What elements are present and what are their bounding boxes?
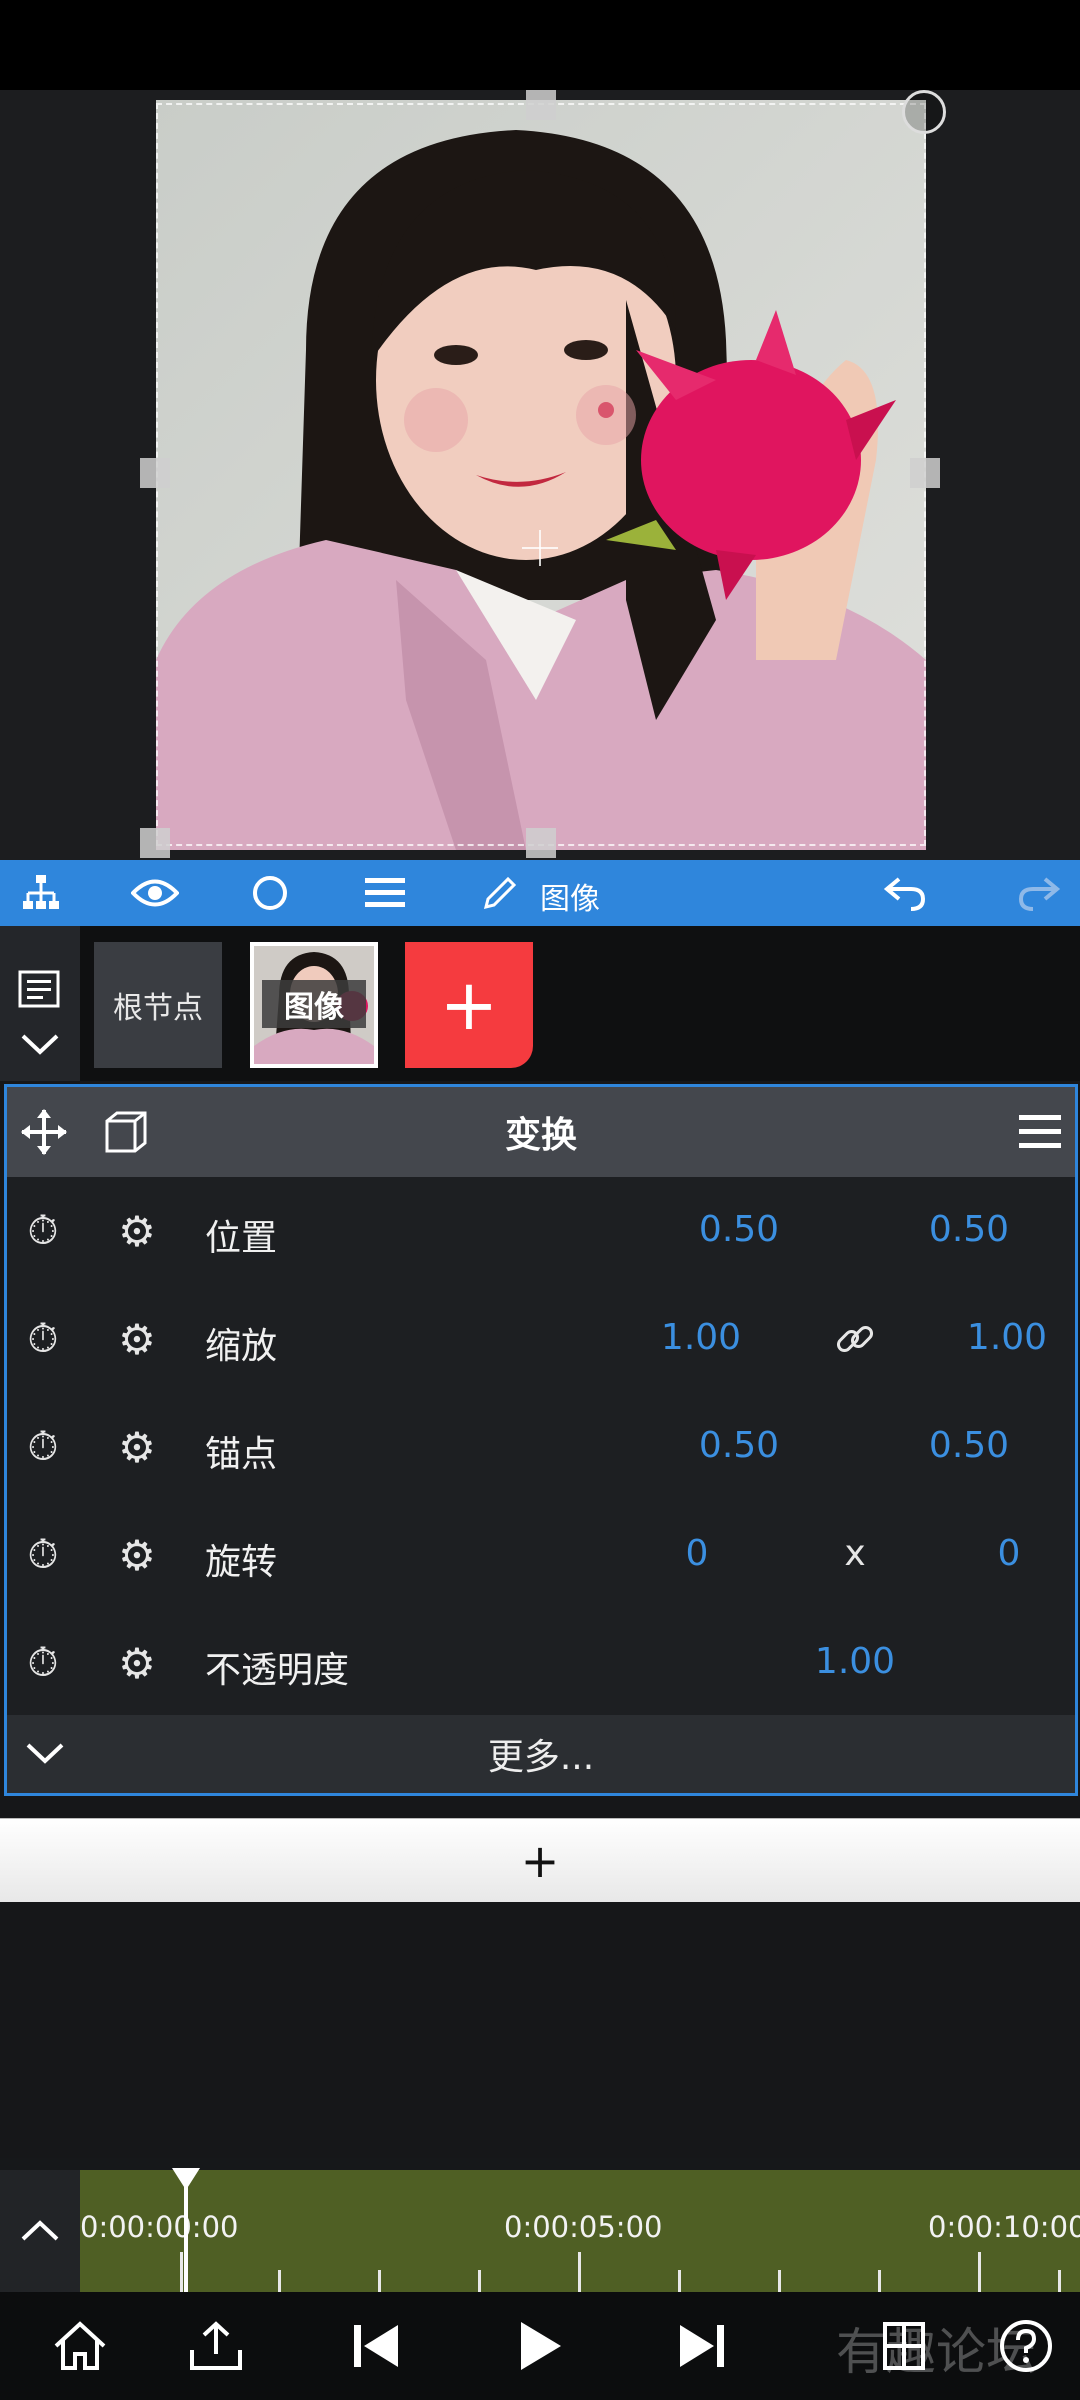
bottom-bar: 有趣论坛 [0,2292,1080,2400]
gear-icon[interactable]: ⚙ [111,1637,163,1689]
gear-icon[interactable]: ⚙ [111,1529,163,1581]
anchor-y-value[interactable]: 0.50 [909,1425,1029,1466]
play-icon[interactable] [500,2306,580,2386]
rotation-row: ⏱ ⚙ 旋转 0 x 0 [7,1503,1075,1611]
position-x-value[interactable]: 0.50 [679,1209,799,1250]
eye-icon[interactable] [130,868,180,918]
keyframe-timer-icon[interactable]: ⏱ [19,1531,67,1579]
position-y-value[interactable]: 0.50 [909,1209,1029,1250]
opacity-value[interactable]: 1.00 [795,1641,915,1682]
timeline-tick [878,2270,881,2292]
pencil-icon[interactable] [475,868,525,918]
anchor-label: 锚点 [205,1434,278,1475]
anchor-row: ⏱ ⚙ 锚点 0.50 0.50 [7,1395,1075,1503]
preview-canvas[interactable] [0,90,1080,860]
skip-forward-icon[interactable] [662,2306,742,2386]
menu-icon[interactable] [360,868,410,918]
more-button[interactable]: 更多... [7,1715,1075,1793]
top-resize-handle[interactable] [526,90,556,120]
opacity-label: 不透明度 [205,1650,350,1691]
timecode-label: 0:00:10:00 [928,2210,1080,2244]
more-label: 更多... [487,1737,595,1778]
node-side-panel [0,926,80,1081]
edit-toolbar: 图像 [0,860,1080,926]
home-icon[interactable] [40,2306,120,2386]
redo-icon[interactable] [1014,868,1064,918]
bottom-resize-handle[interactable] [526,828,556,858]
timeline-tick [678,2270,681,2292]
image-node[interactable]: 图像 [250,942,378,1068]
left-resize-handle[interactable] [140,458,170,488]
playhead-marker-icon[interactable] [172,2168,200,2190]
export-icon[interactable] [176,2306,256,2386]
position-row: ⏱ ⚙ 位置 0.50 0.50 [7,1179,1075,1287]
chevron-down-icon[interactable] [20,1032,60,1060]
keyframe-timer-icon[interactable]: ⏱ [19,1315,67,1363]
skip-back-icon[interactable] [336,2306,416,2386]
keyframe-timer-icon[interactable]: ⏱ [19,1423,67,1471]
timeline-track[interactable]: 0:00:00:00 0:00:05:00 0:00:10:00 [80,2170,1080,2292]
node-strip: 根节点 图像 + [0,926,1080,1081]
timeline-tick [180,2252,183,2292]
scale-label: 缩放 [205,1326,278,1367]
corner-scale-handle[interactable] [140,828,170,858]
timeline-tick [278,2270,281,2292]
anchor-x-value[interactable]: 0.50 [679,1425,799,1466]
timeline-toggle-icon[interactable] [0,2170,80,2292]
timeline-tick [378,2270,381,2292]
rotate-handle-icon[interactable] [902,90,946,134]
root-node[interactable]: 根节点 [94,942,222,1068]
link-icon[interactable] [833,1317,877,1365]
image-node-label: 图像 [262,980,366,1028]
status-bar [0,0,1080,90]
anchor-point-icon[interactable] [522,530,558,566]
transform-panel: 变换 ⏱ ⚙ 位置 0.50 0.50 ⏱ ⚙ 缩放 1.00 1.00 ⏱ ⚙… [4,1084,1078,1796]
undo-icon[interactable] [880,868,930,918]
rotation-label: 旋转 [205,1542,278,1583]
circle-icon[interactable] [245,868,295,918]
timecode-label: 0:00:00:00 [80,2210,239,2244]
watermark: 有趣论坛 [836,2323,1036,2381]
add-layer-button[interactable]: + [0,1818,1080,1902]
right-resize-handle[interactable] [910,458,940,488]
panel-title: 变换 [504,1115,577,1156]
timecode-label: 0:00:05:00 [504,2210,663,2244]
node-name-label[interactable]: 图像 [540,874,600,918]
timeline: 0:00:00:00 0:00:05:00 0:00:10:00 [0,2158,1080,2292]
list-view-icon[interactable] [18,970,60,1012]
timeline-tick [478,2270,481,2292]
panel-header: 变换 [7,1087,1075,1177]
scale-y-value[interactable]: 1.00 [947,1317,1067,1358]
gear-icon[interactable]: ⚙ [111,1313,163,1365]
scale-x-value[interactable]: 1.00 [641,1317,761,1358]
add-node-button[interactable]: + [405,942,533,1068]
position-label: 位置 [205,1218,278,1259]
selection-frame[interactable] [156,103,926,846]
gear-icon[interactable]: ⚙ [111,1205,163,1257]
keyframe-timer-icon[interactable]: ⏱ [19,1207,67,1255]
rotation-separator: x [844,1533,866,1574]
keyframe-timer-icon[interactable]: ⏱ [19,1639,67,1687]
rotation-y-value[interactable]: 0 [949,1533,1069,1574]
hierarchy-icon[interactable] [16,868,66,918]
timeline-tick [578,2252,581,2292]
opacity-row: ⏱ ⚙ 不透明度 1.00 [7,1611,1075,1719]
timeline-tick [978,2252,981,2292]
gear-icon[interactable]: ⚙ [111,1421,163,1473]
timeline-tick [1058,2270,1061,2292]
panel-menu-icon[interactable] [1019,1113,1061,1155]
timeline-tick [778,2270,781,2292]
rotation-x-value[interactable]: 0 [637,1533,757,1574]
scale-row: ⏱ ⚙ 缩放 1.00 1.00 [7,1287,1075,1395]
